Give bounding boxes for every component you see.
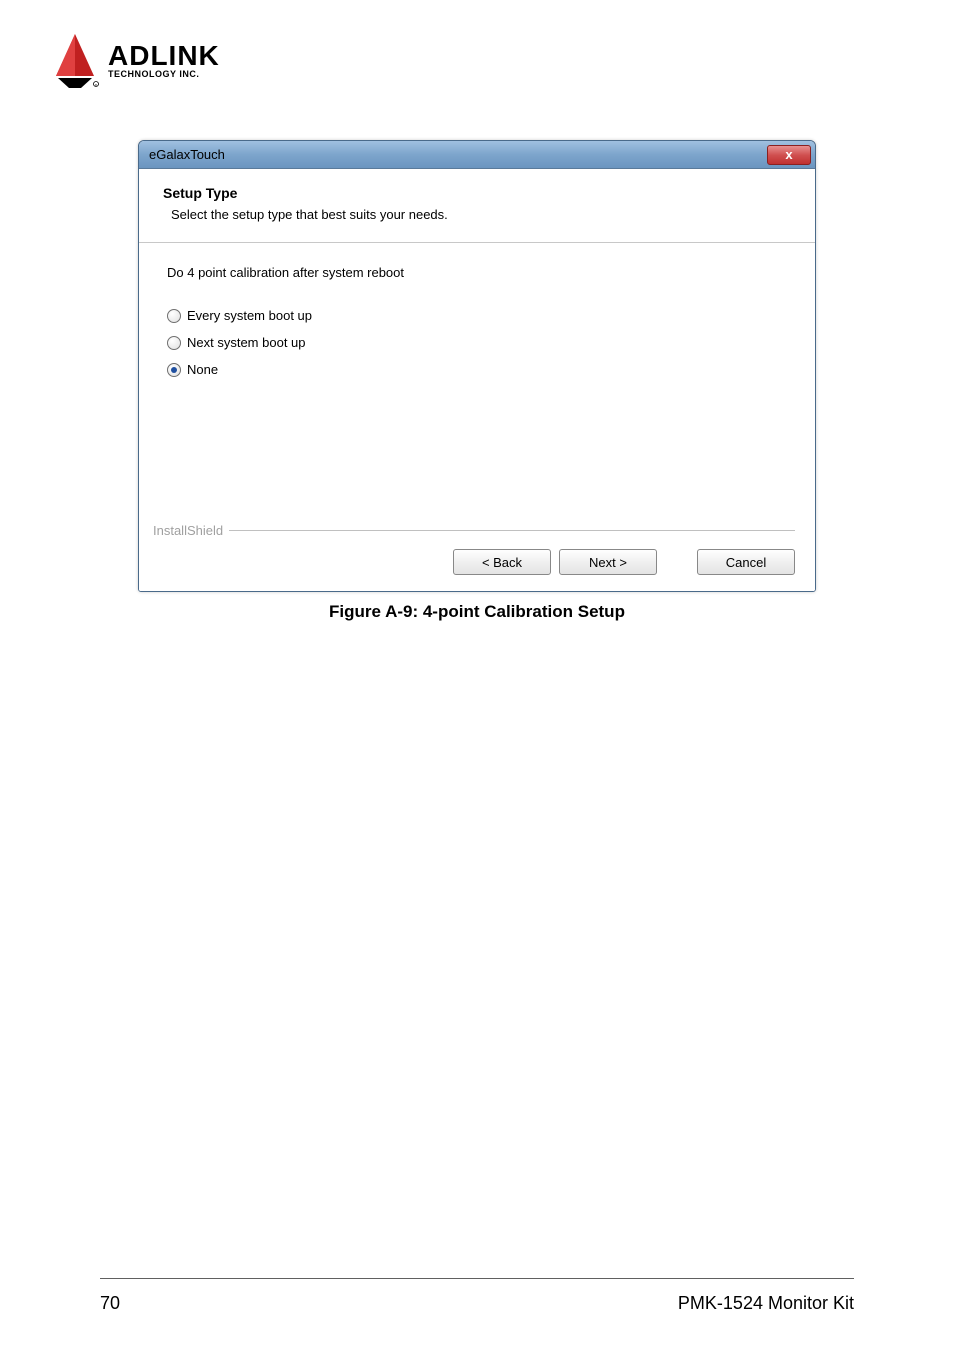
- back-button[interactable]: < Back: [453, 549, 551, 575]
- radio-icon: [167, 336, 181, 350]
- next-button-label: Next >: [589, 555, 627, 570]
- close-icon: x: [785, 147, 792, 162]
- brand-name: ADLINK: [108, 42, 220, 70]
- installshield-divider: InstallShield: [153, 523, 795, 537]
- cancel-button[interactable]: Cancel: [697, 549, 795, 575]
- radio-option-none[interactable]: None: [167, 362, 787, 377]
- figure-container: eGalaxTouch x Setup Type Select the setu…: [50, 140, 904, 622]
- dialog-footer: InstallShield < Back Next > Cancel: [139, 523, 815, 591]
- setup-title: Setup Type: [163, 185, 791, 201]
- radio-option-next-boot[interactable]: Next system boot up: [167, 335, 787, 350]
- footer-divider: [100, 1278, 854, 1279]
- installshield-label: InstallShield: [153, 523, 229, 538]
- setup-header: Setup Type Select the setup type that be…: [139, 169, 815, 243]
- setup-description: Select the setup type that best suits yo…: [171, 207, 791, 222]
- document-title: PMK-1524 Monitor Kit: [678, 1293, 854, 1314]
- radio-option-every-boot[interactable]: Every system boot up: [167, 308, 787, 323]
- back-button-label: < Back: [482, 555, 522, 570]
- page-number: 70: [100, 1293, 120, 1314]
- figure-caption: Figure A-9: 4-point Calibration Setup: [329, 602, 625, 622]
- radio-label: None: [187, 362, 218, 377]
- button-row: < Back Next > Cancel: [153, 549, 795, 575]
- divider-line: [153, 530, 795, 531]
- brand-text: ADLINK TECHNOLOGY INC.: [108, 42, 220, 79]
- cancel-button-label: Cancel: [726, 555, 766, 570]
- radio-icon: [167, 309, 181, 323]
- radio-selected-dot: [171, 367, 177, 373]
- brand-logo: R ADLINK TECHNOLOGY INC.: [50, 30, 904, 90]
- close-button[interactable]: x: [767, 145, 811, 165]
- page-footer: 70 PMK-1524 Monitor Kit: [0, 1278, 954, 1314]
- window-title: eGalaxTouch: [149, 147, 225, 162]
- calibration-instruction: Do 4 point calibration after system rebo…: [167, 265, 787, 280]
- brand-subtitle: TECHNOLOGY INC.: [108, 70, 220, 79]
- setup-content: Do 4 point calibration after system rebo…: [139, 243, 815, 523]
- installer-dialog: eGalaxTouch x Setup Type Select the setu…: [138, 140, 816, 592]
- radio-label: Next system boot up: [187, 335, 306, 350]
- adlink-logo-icon: R: [50, 30, 100, 90]
- footer-row: 70 PMK-1524 Monitor Kit: [100, 1293, 854, 1314]
- radio-label: Every system boot up: [187, 308, 312, 323]
- radio-icon: [167, 363, 181, 377]
- titlebar: eGalaxTouch x: [139, 141, 815, 169]
- dialog-body: Setup Type Select the setup type that be…: [139, 169, 815, 591]
- calibration-radio-group: Every system boot up Next system boot up…: [167, 308, 787, 377]
- next-button[interactable]: Next >: [559, 549, 657, 575]
